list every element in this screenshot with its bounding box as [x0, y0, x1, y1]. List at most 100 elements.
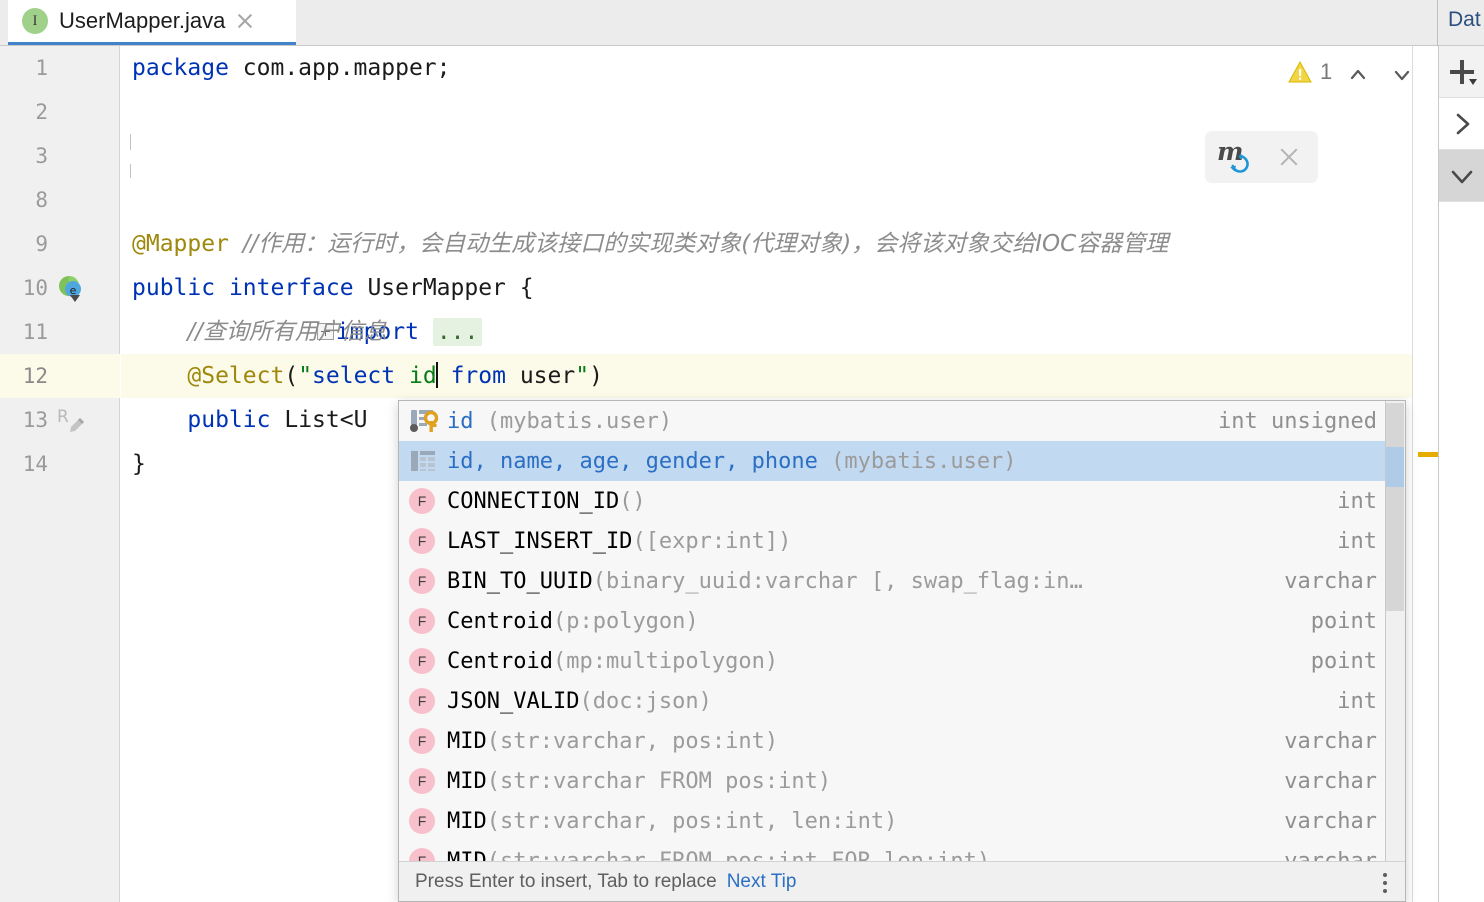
sql-function-icon: F: [409, 486, 439, 516]
code-line-11: //查询所有用户信息: [121, 310, 1484, 354]
completion-item-label: id, name, age, gender, phone (mybatis.us…: [447, 449, 1377, 474]
completion-item-type: int unsigned: [1218, 408, 1377, 434]
sql-function-icon: F: [409, 526, 439, 556]
completion-item[interactable]: F Centroid(p:polygon) point: [399, 601, 1385, 641]
completion-item-args: (): [619, 488, 646, 514]
close-icon[interactable]: [235, 11, 255, 31]
sql-column-id: id: [409, 363, 437, 389]
completion-scrollbar[interactable]: [1385, 401, 1405, 863]
add-button[interactable]: [1439, 46, 1484, 98]
line-number: 8: [35, 188, 48, 212]
completion-item-list[interactable]: id (mybatis.user) int unsigned id, name,…: [399, 401, 1405, 863]
line-comment-query-all-users: //查询所有用户信息: [187, 319, 387, 345]
completion-item-name: id, name, age, gender, phone: [447, 448, 818, 474]
code-line-12: @Select("select id from user"): [121, 354, 1426, 398]
ide-editor-window: I UserMapper.java Dat 1 2 3 8 9 10 e 11 …: [0, 0, 1484, 902]
implemented-interface-icon[interactable]: e: [56, 274, 86, 304]
gutter-line-13: 13 R: [0, 398, 120, 442]
tab-title: UserMapper.java: [59, 8, 226, 33]
mybatis-logo-icon: m: [1217, 137, 1259, 175]
scrollbar-thumb[interactable]: [1386, 403, 1404, 611]
completion-item-label: JSON_VALID(doc:json): [447, 689, 1337, 714]
completion-item-label: id (mybatis.user): [447, 409, 1218, 434]
recorder-edit-icon[interactable]: R: [56, 405, 88, 437]
completion-item-label: MID(str:varchar, pos:int): [447, 729, 1284, 754]
completion-item-name: JSON_VALID: [447, 688, 580, 714]
gutter-line-11: 11: [0, 310, 120, 354]
editor-tab-usermapper[interactable]: I UserMapper.java: [8, 0, 296, 45]
gutter-line-1: 1: [0, 46, 120, 90]
completion-item-type: varchar: [1284, 568, 1377, 594]
line-number: 9: [35, 232, 48, 256]
completion-item-label: Centroid(mp:multipolygon): [447, 649, 1311, 674]
completion-item[interactable]: F JSON_VALID(doc:json) int: [399, 681, 1385, 721]
completion-item[interactable]: F LAST_INSERT_ID([expr:int]) int: [399, 521, 1385, 561]
completion-item-args: (str:varchar, pos:int, len:int): [486, 808, 898, 834]
completion-item-label: LAST_INSERT_ID([expr:int]): [447, 529, 1337, 554]
completion-item[interactable]: F MID(str:varchar, pos:int) varchar: [399, 721, 1385, 761]
completion-item-args: (mp:multipolygon): [552, 648, 779, 674]
fold-guide: [130, 134, 131, 150]
completion-item[interactable]: F MID(str:varchar, pos:int, len:int) var…: [399, 801, 1385, 841]
completion-item-args: (str:varchar FROM pos:int): [486, 768, 832, 794]
annotation-select: @Select: [187, 363, 285, 389]
gutter-line-12: 12: [0, 354, 120, 398]
sql-table-user: user: [519, 363, 576, 389]
editor-marker-margin[interactable]: [1412, 46, 1438, 902]
inspection-widget: 1: [1288, 56, 1420, 88]
tool-window-title-database[interactable]: Dat: [1448, 8, 1481, 32]
gutter-line-2: 2: [0, 90, 120, 134]
completion-item[interactable]: id (mybatis.user) int unsigned: [399, 401, 1385, 441]
fold-guide: [130, 164, 131, 178]
sql-function-icon: F: [409, 606, 439, 636]
sql-function-icon: F: [409, 806, 439, 836]
more-options-icon[interactable]: [1373, 869, 1397, 895]
code-line-1: package com.app.mapper;: [121, 46, 1484, 90]
editor-gutter[interactable]: 1 2 3 8 9 10 e 11 12 13 R 14: [0, 46, 120, 902]
sql-function-icon: F: [409, 766, 439, 796]
completion-item-label: MID(str:varchar FROM pos:int): [447, 769, 1284, 794]
completion-item-type: int: [1337, 528, 1377, 554]
completion-item[interactable]: id, name, age, gender, phone (mybatis.us…: [399, 441, 1385, 481]
next-tip-link[interactable]: Next Tip: [727, 871, 797, 893]
completion-item-args: (binary_uuid:varchar [, swap_flag:in…: [592, 568, 1083, 594]
expand-right-button[interactable]: [1439, 98, 1484, 150]
keyword-interface: interface: [228, 275, 354, 301]
close-icon[interactable]: [1277, 145, 1301, 169]
line-comment-cn: //作用：运行时，会自动生成该接口的实现类对象(代理对象)，会将该对象交给IOC…: [242, 231, 1169, 257]
completion-item-label: MID(str:varchar, pos:int, len:int): [447, 809, 1284, 834]
line-number: 11: [22, 320, 48, 344]
completion-item-name: MID: [447, 728, 487, 754]
editor-tab-bar: I UserMapper.java Dat: [0, 0, 1484, 46]
completion-item[interactable]: F Centroid(mp:multipolygon) point: [399, 641, 1385, 681]
completion-item-type: varchar: [1284, 808, 1377, 834]
quote-open: ": [298, 363, 313, 389]
line-number: 2: [35, 100, 48, 124]
completion-status-bar: Press Enter to insert, Tab to replace Ne…: [399, 861, 1405, 901]
gutter-line-10: 10 e: [0, 266, 120, 310]
warning-triangle-icon: [1288, 60, 1312, 83]
completion-item[interactable]: F BIN_TO_UUID(binary_uuid:varchar [, swa…: [399, 561, 1385, 601]
completion-item-type: int: [1337, 688, 1377, 714]
code-completion-popup[interactable]: id (mybatis.user) int unsigned id, name,…: [398, 400, 1406, 902]
collapse-down-button[interactable]: [1439, 150, 1484, 202]
completion-item[interactable]: F MID(str:varchar FROM pos:int FOR len:i…: [399, 841, 1385, 863]
gutter-line-8: 8: [0, 178, 120, 222]
warning-marker-stripe[interactable]: [1418, 452, 1440, 457]
completion-item-args: (str:varchar, pos:int): [486, 728, 779, 754]
sql-function-icon: F: [409, 646, 439, 676]
java-interface-icon: I: [22, 8, 48, 34]
keyword-public-method: public: [187, 407, 271, 433]
mybatis-refresh-hint[interactable]: m: [1205, 131, 1318, 183]
completion-item-label: CONNECTION_ID(): [447, 489, 1337, 514]
completion-item-label: BIN_TO_UUID(binary_uuid:varchar [, swap_…: [447, 569, 1284, 594]
completion-item-name: BIN_TO_UUID: [447, 568, 593, 594]
completion-item[interactable]: F CONNECTION_ID() int: [399, 481, 1385, 521]
completion-item[interactable]: F MID(str:varchar FROM pos:int) varchar: [399, 761, 1385, 801]
previous-problem-button[interactable]: [1342, 57, 1376, 87]
sql-function-icon: F: [409, 686, 439, 716]
completion-item-name: Centroid: [447, 648, 553, 674]
completion-item-name: MID: [447, 808, 487, 834]
completion-item-name: Centroid: [447, 608, 553, 634]
sql-function-icon: F: [409, 566, 439, 596]
